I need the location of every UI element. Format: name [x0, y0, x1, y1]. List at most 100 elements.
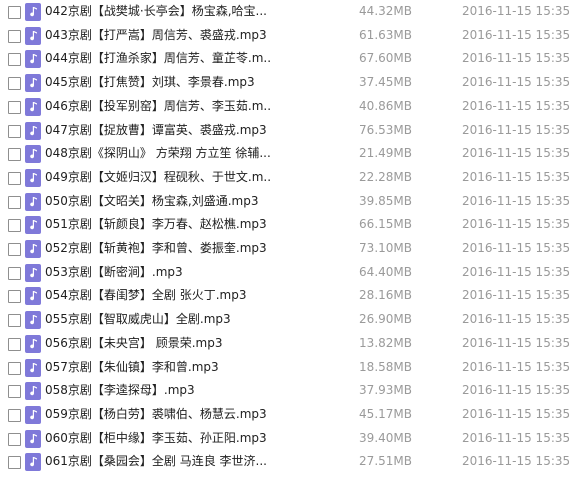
file-date: 2016-11-15 15:35 [462, 335, 571, 350]
file-row[interactable]: 050京剧【文昭关】杨宝森,刘盛通.mp3 39.85MB 2016-11-15 1… [0, 191, 573, 215]
file-row[interactable]: 054京剧【春闺梦】全剧 张火丁.mp3 28.16MB 2016-11-15 15… [0, 285, 573, 309]
file-size: 64.40MB [359, 264, 412, 279]
file-name[interactable]: 061京剧【桑园会】全剧 马连良 李世济... [45, 451, 271, 471]
music-file-icon [25, 453, 41, 472]
file-date: 2016-11-15 15:35 [462, 264, 571, 279]
music-file-icon [25, 121, 41, 140]
file-size: 18.58MB [359, 359, 412, 374]
file-name[interactable]: 055京剧【智取威虎山】全剧.mp3 [45, 309, 271, 329]
file-checkbox[interactable] [8, 77, 21, 91]
file-row[interactable]: 046京剧【投军别窑】周信芳、李玉茹.m... 40.86MB 2016-11-15… [0, 96, 573, 120]
file-row[interactable]: 052京剧【斩黄袍】李和曾、娄振奎.mp3 73.10MB 2016-11-15 1… [0, 238, 573, 262]
file-checkbox[interactable] [8, 195, 21, 209]
file-name[interactable]: 054京剧【春闺梦】全剧 张火丁.mp3 [45, 285, 271, 305]
file-name[interactable]: 049京剧【文姬归汉】程砚秋、于世文.m... [45, 167, 271, 187]
file-row[interactable]: 056京剧【未央宫】 顾景荣.mp3 13.82MB 2016-11-15 15:3… [0, 333, 573, 357]
file-size: 67.60MB [359, 51, 412, 66]
file-name[interactable]: 059京剧【杨白劳】裘啸伯、杨慧云.mp3 [45, 404, 271, 424]
music-file-icon [25, 168, 41, 187]
music-file-icon [25, 358, 41, 377]
music-file-icon [25, 50, 41, 69]
music-file-icon [25, 382, 41, 401]
file-name[interactable]: 060京剧【柜中缘】李玉茹、孙正阳.mp3 [45, 428, 271, 448]
file-name[interactable]: 047京剧【捉放曹】谭富英、裘盛戎.mp3 [45, 120, 271, 140]
file-name[interactable]: 050京剧【文昭关】杨宝森,刘盛通.mp3 [45, 191, 271, 211]
file-checkbox[interactable] [8, 29, 21, 43]
file-checkbox[interactable] [8, 171, 21, 185]
file-size: 39.40MB [359, 430, 412, 445]
file-size: 37.93MB [359, 383, 412, 398]
file-checkbox[interactable] [8, 337, 21, 351]
file-date: 2016-11-15 15:35 [462, 51, 571, 66]
file-date: 2016-11-15 15:35 [462, 4, 571, 18]
file-date: 2016-11-15 15:35 [462, 169, 571, 184]
file-row[interactable]: 051京剧【斩颜良】李万春、赵松樵.mp3 66.15MB 2016-11-15 1… [0, 214, 573, 238]
file-date: 2016-11-15 15:35 [462, 406, 571, 421]
file-size: 45.17MB [359, 406, 412, 421]
file-checkbox[interactable] [8, 456, 21, 470]
file-row[interactable]: 045京剧【打焦赞】刘琪、李景春.mp3 37.45MB 2016-11-15 15… [0, 72, 573, 96]
file-name[interactable]: 052京剧【斩黄袍】李和曾、娄振奎.mp3 [45, 238, 271, 258]
file-row[interactable]: 042京剧【战樊城·长亭会】杨宝森,哈宝... 44.32MB 2016-11-15… [0, 1, 573, 25]
music-file-icon [25, 97, 41, 116]
file-row[interactable]: 060京剧【柜中缘】李玉茹、孙正阳.mp3 39.40MB 2016-11-15 1… [0, 428, 573, 452]
file-date: 2016-11-15 15:35 [462, 430, 571, 445]
file-name[interactable]: 046京剧【投军别窑】周信芳、李玉茹.m... [45, 96, 271, 116]
file-size: 13.82MB [359, 335, 412, 350]
file-checkbox[interactable] [8, 266, 21, 280]
file-name[interactable]: 053京剧【断密涧】.mp3 [45, 262, 271, 282]
file-name[interactable]: 058京剧【李逵探母】.mp3 [45, 380, 271, 400]
file-checkbox[interactable] [8, 100, 21, 114]
file-row[interactable]: 044京剧【打渔杀家】周信芳、童芷苓.m... 67.60MB 2016-11-15… [0, 48, 573, 72]
file-date: 2016-11-15 15:35 [462, 122, 571, 137]
file-checkbox[interactable] [8, 148, 21, 162]
music-file-icon [25, 74, 41, 93]
file-size: 76.53MB [359, 122, 412, 137]
file-row[interactable]: 058京剧【李逵探母】.mp3 37.93MB 2016-11-15 15:35 [0, 380, 573, 404]
file-date: 2016-11-15 15:35 [462, 241, 571, 255]
file-checkbox[interactable] [8, 6, 21, 19]
file-date: 2016-11-15 15:35 [462, 454, 571, 469]
file-checkbox[interactable] [8, 385, 21, 399]
file-row[interactable]: 061京剧【桑园会】全剧 马连良 李世济... 27.51MB 2016-11-15… [0, 451, 573, 475]
file-name[interactable]: 045京剧【打焦赞】刘琪、李景春.mp3 [45, 72, 271, 92]
file-date: 2016-11-15 15:35 [462, 98, 571, 113]
file-checkbox[interactable] [8, 408, 21, 422]
file-size: 37.45MB [359, 75, 412, 90]
file-name[interactable]: 043京剧【打严嵩】周信芳、裘盛戎.mp3 [45, 25, 271, 45]
file-size: 28.16MB [359, 288, 412, 303]
file-row[interactable]: 053京剧【断密涧】.mp3 64.40MB 2016-11-15 15:35 [0, 262, 573, 286]
file-name[interactable]: 051京剧【斩颜良】李万春、赵松樵.mp3 [45, 214, 271, 234]
file-row[interactable]: 048京剧《探阴山》 方荣翔 方立笙 徐辅... 21.49MB 2016-11-1… [0, 143, 573, 167]
file-checkbox[interactable] [8, 432, 21, 446]
file-date: 2016-11-15 15:35 [462, 288, 571, 303]
file-checkbox[interactable] [8, 219, 21, 233]
file-name[interactable]: 042京剧【战樊城·长亭会】杨宝森,哈宝... [45, 1, 271, 21]
file-row[interactable]: 047京剧【捉放曹】谭富英、裘盛戎.mp3 76.53MB 2016-11-15 1… [0, 120, 573, 144]
file-row[interactable]: 049京剧【文姬归汉】程砚秋、于世文.m... 22.28MB 2016-11-15… [0, 167, 573, 191]
file-name[interactable]: 056京剧【未央宫】 顾景荣.mp3 [45, 333, 271, 353]
file-checkbox[interactable] [8, 53, 21, 67]
music-file-icon [25, 311, 41, 330]
file-size: 40.86MB [359, 98, 412, 113]
file-row[interactable]: 043京剧【打严嵩】周信芳、裘盛戎.mp3 61.63MB 2016-11-15 1… [0, 25, 573, 49]
file-name[interactable]: 048京剧《探阴山》 方荣翔 方立笙 徐辅... [45, 143, 271, 163]
file-checkbox[interactable] [8, 124, 21, 138]
file-name[interactable]: 057京剧【朱仙镇】李和曾.mp3 [45, 357, 271, 377]
file-checkbox[interactable] [8, 243, 21, 256]
file-name[interactable]: 044京剧【打渔杀家】周信芳、童芷苓.m... [45, 48, 271, 68]
file-size: 44.32MB [359, 4, 412, 18]
file-checkbox[interactable] [8, 290, 21, 304]
music-file-icon [25, 263, 41, 282]
file-date: 2016-11-15 15:35 [462, 312, 571, 327]
file-list: 042京剧【战樊城·长亭会】杨宝森,哈宝... 44.32MB 2016-11-15… [0, 0, 573, 481]
file-size: 73.10MB [359, 241, 412, 255]
file-size: 21.49MB [359, 146, 412, 161]
file-row[interactable]: 057京剧【朱仙镇】李和曾.mp3 18.58MB 2016-11-15 15:35 [0, 357, 573, 381]
file-date: 2016-11-15 15:35 [462, 27, 571, 42]
file-row[interactable]: 055京剧【智取威虎山】全剧.mp3 26.90MB 2016-11-15 15:3… [0, 309, 573, 333]
file-row[interactable]: 059京剧【杨白劳】裘啸伯、杨慧云.mp3 45.17MB 2016-11-15 1… [0, 404, 573, 428]
file-checkbox[interactable] [8, 314, 21, 328]
file-checkbox[interactable] [8, 361, 21, 375]
file-date: 2016-11-15 15:35 [462, 359, 571, 374]
